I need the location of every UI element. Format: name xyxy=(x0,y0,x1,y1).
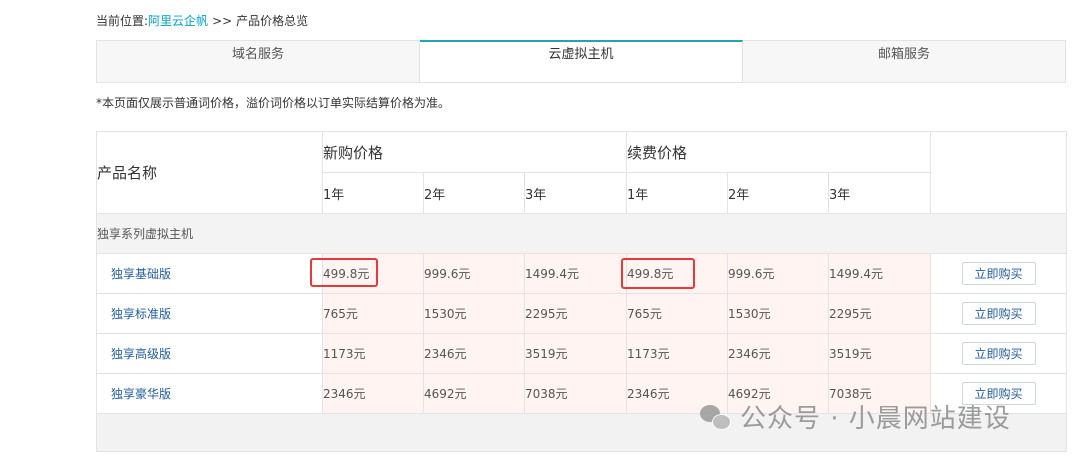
header-product-name: 产品名称 xyxy=(96,131,323,214)
table-row: 独享基础版 499.8元 999.6元 1499.4元 499.8元 999.6… xyxy=(96,253,1068,294)
buy-button[interactable]: 立即购买 xyxy=(961,302,1036,325)
product-name: 独享豪华版 xyxy=(96,373,323,414)
breadcrumb-home-link[interactable]: 阿里云企帆 xyxy=(148,14,208,28)
breadcrumb-separator: >> xyxy=(212,14,233,28)
header-new-3y: 3年 xyxy=(523,172,628,214)
price-new-1y: 765元 xyxy=(322,293,424,334)
breadcrumb-current: 产品价格总览 xyxy=(236,14,309,28)
watermark: 公众号 · 小晨网站建设 xyxy=(700,398,1011,435)
header-renew-3y: 3年 xyxy=(828,172,932,214)
action-cell: 立即购买 xyxy=(930,293,1068,334)
price-renew-2y: 1530元 xyxy=(727,293,830,334)
breadcrumb: 当前位置:阿里云企帆 >> 产品价格总览 xyxy=(96,12,308,29)
watermark-text: 公众号 · 小晨网站建设 xyxy=(740,404,1011,434)
price-new-3y: 2295元 xyxy=(523,293,628,334)
price-new-3y: 3519元 xyxy=(523,333,628,374)
price-new-2y: 999.6元 xyxy=(423,253,525,294)
price-renew-2y: 999.6元 xyxy=(727,253,830,294)
price-renew-1y: 499.8元 xyxy=(626,253,729,294)
price-renew-3y: 2295元 xyxy=(828,293,932,334)
header-renew-price: 续费价格 xyxy=(626,131,932,173)
buy-button[interactable]: 立即购买 xyxy=(961,262,1036,285)
product-name: 独享基础版 xyxy=(96,253,323,294)
header-new-2y: 2年 xyxy=(423,172,525,214)
price-new-1y: 2346元 xyxy=(322,373,424,414)
header-renew-2y: 2年 xyxy=(727,172,830,214)
breadcrumb-prefix: 当前位置: xyxy=(96,14,149,28)
tab-mail-service[interactable]: 邮箱服务 xyxy=(743,40,1066,83)
price-new-2y: 2346元 xyxy=(423,333,525,374)
category-row: 独享系列虚拟主机 xyxy=(95,213,1068,254)
header-new-price: 新购价格 xyxy=(321,131,628,173)
wechat-icon xyxy=(700,404,732,430)
tab-domain-service[interactable]: 域名服务 xyxy=(96,40,420,83)
action-cell: 立即购买 xyxy=(930,253,1068,294)
table-row: 独享标准版 765元 1530元 2295元 765元 1530元 2295元 … xyxy=(96,293,1068,334)
price-note: *本页面仅展示普通词价格，溢价词价格以订单实际结算价格为准。 xyxy=(96,96,451,110)
product-name: 独享高级版 xyxy=(96,333,323,374)
product-name: 独享标准版 xyxy=(96,293,323,334)
header-action xyxy=(930,131,1068,214)
price-renew-3y: 3519元 xyxy=(828,333,932,374)
buy-button[interactable]: 立即购买 xyxy=(961,342,1036,365)
price-new-3y: 7038元 xyxy=(523,373,628,414)
price-new-3y: 1499.4元 xyxy=(523,253,628,294)
price-new-1y: 1173元 xyxy=(322,333,424,374)
table-row: 独享高级版 1173元 2346元 3519元 1173元 2346元 3519… xyxy=(96,333,1068,374)
action-cell: 立即购买 xyxy=(930,333,1068,374)
price-renew-1y: 765元 xyxy=(626,293,729,334)
header-renew-1y: 1年 xyxy=(626,172,729,214)
price-renew-2y: 2346元 xyxy=(727,333,830,374)
price-new-2y: 1530元 xyxy=(423,293,525,334)
header-new-1y: 1年 xyxy=(322,172,424,214)
price-renew-1y: 1173元 xyxy=(626,333,729,374)
price-new-1y: 499.8元 xyxy=(322,253,424,294)
service-tabs: 域名服务 云虚拟主机 邮箱服务 xyxy=(96,40,1066,83)
tab-virtual-host[interactable]: 云虚拟主机 xyxy=(420,40,743,83)
price-new-2y: 4692元 xyxy=(423,373,525,414)
price-renew-3y: 1499.4元 xyxy=(828,253,932,294)
